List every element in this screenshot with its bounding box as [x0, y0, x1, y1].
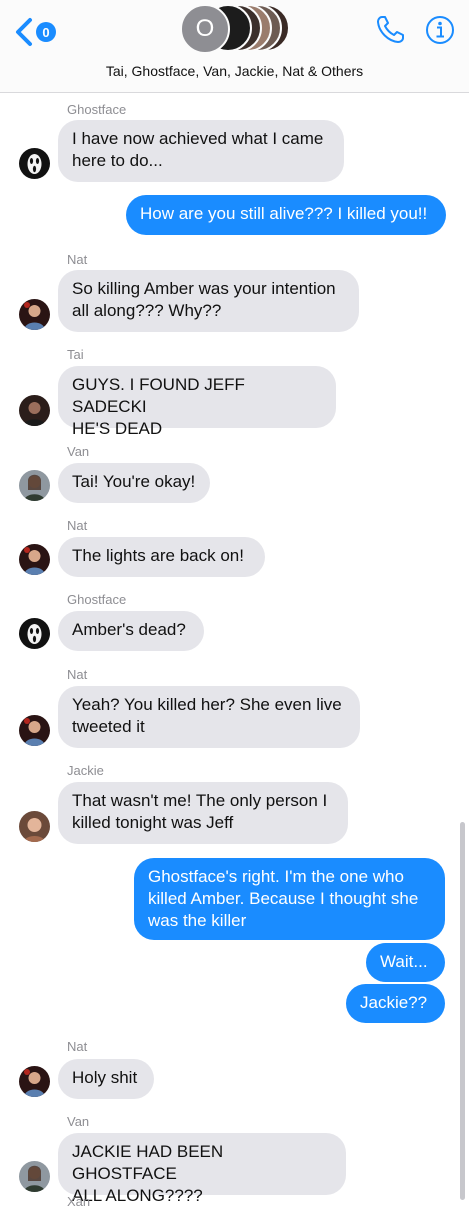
ghostface-avatar	[19, 618, 50, 649]
sender-name: Nat	[67, 252, 88, 267]
sender-name: Jackie	[67, 763, 104, 778]
message-thread[interactable]: Ghostface I have now achieved what I cam…	[0, 92, 469, 1209]
outgoing-message-bubble[interactable]: Ghostface's right. I'm the one who killed…	[134, 858, 445, 940]
message-bubble[interactable]: That wasn't me! The only person Ikilled …	[58, 782, 348, 844]
sender-name: Ghostface	[67, 592, 127, 607]
ghostface-avatar	[19, 148, 50, 179]
outgoing-message-bubble[interactable]: How are you still alive??? I killed you!…	[126, 195, 446, 235]
van-avatar	[19, 1161, 50, 1192]
group-avatar: O	[180, 4, 230, 54]
sender-name: Van	[67, 444, 90, 459]
message-bubble[interactable]: Tai! You're okay!	[58, 463, 210, 503]
sender-name: Ghostface	[67, 102, 127, 117]
message-bubble[interactable]: I have now achieved what I came here to d…	[58, 120, 344, 182]
message-bubble[interactable]: The lights are back on!	[58, 537, 265, 577]
jackie-avatar	[19, 811, 50, 842]
message-bubble[interactable]: GUYS. I FOUND JEFF SADECKI HE'S DEAD	[58, 366, 336, 438]
sender-name: Nat	[67, 518, 88, 533]
group-name-label[interactable]: Tai, Ghostface, Van, Jackie, Nat & Other…	[0, 63, 469, 79]
tai-avatar	[19, 395, 50, 426]
chevron-left-icon	[16, 18, 32, 46]
message-bubble[interactable]: JACKIE HAD BEEN GHOSTFACE ALL ALONG????	[58, 1133, 346, 1205]
outgoing-message-bubble[interactable]: Jackie??	[346, 984, 445, 1023]
message-bubble[interactable]: Amber's dead?	[58, 611, 204, 651]
nat-avatar	[19, 715, 50, 746]
unread-badge: 0	[36, 22, 56, 42]
info-button[interactable]	[424, 14, 456, 51]
outgoing-message-bubble[interactable]: Wait...	[366, 943, 445, 982]
sender-name: Tai	[67, 347, 84, 362]
sender-name: Nat	[67, 667, 88, 682]
sender-name: Van	[67, 1114, 90, 1129]
message-bubble[interactable]: So killing Amber was your intention all a…	[58, 270, 359, 332]
group-avatar-stack[interactable]: O	[180, 4, 300, 54]
message-bubble[interactable]: Holy shit	[58, 1059, 154, 1099]
sender-name: Nat	[67, 1039, 88, 1054]
phone-icon	[377, 16, 404, 43]
nat-avatar	[19, 299, 50, 330]
message-bubble[interactable]: Yeah? You killed her? She even live tweet…	[58, 686, 360, 748]
nat-avatar	[19, 1066, 50, 1097]
sender-name: Xan	[67, 1194, 91, 1209]
scrollbar[interactable]	[460, 822, 465, 1200]
phone-button[interactable]	[374, 14, 406, 51]
van-avatar	[19, 470, 50, 501]
nat-avatar	[19, 544, 50, 575]
back-button[interactable]: 0	[14, 14, 62, 50]
info-icon	[426, 16, 454, 44]
conversation-header: 0 O Tai, Ghostface, Van, Jackie, Nat & O…	[0, 0, 469, 93]
